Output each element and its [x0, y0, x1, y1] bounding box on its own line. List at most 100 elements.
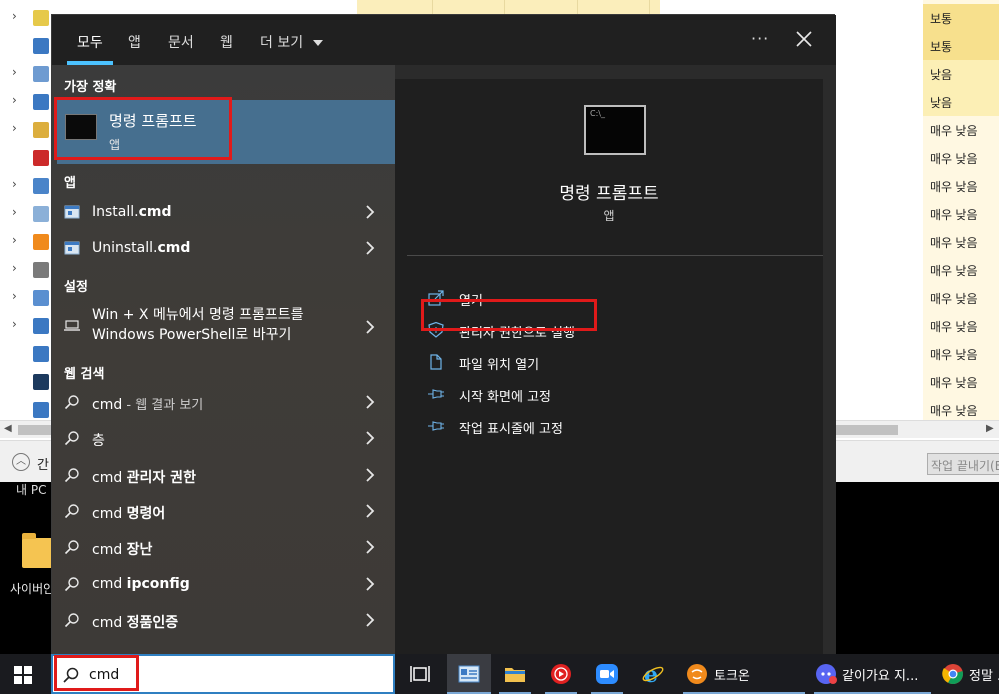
- chevron-right-icon[interactable]: [364, 576, 376, 592]
- expand-row-icon[interactable]: ›: [12, 261, 20, 275]
- collapse-details-label[interactable]: 간: [37, 454, 49, 473]
- file-location-icon: [430, 354, 442, 370]
- taskbar-internet-explorer[interactable]: e: [631, 654, 675, 694]
- shield-icon: [428, 321, 444, 338]
- detail-app-type: 앱: [603, 209, 615, 223]
- result-details-panel: C:\_ 명령 프롬프트 앱 열기 관리자 권한으로 실행 파일 위치 열기 시…: [395, 65, 836, 655]
- section-title-web-search: 웹 검색: [64, 367, 105, 382]
- web-search-result[interactable]: cmd - 웹 결과 보기: [52, 385, 395, 421]
- search-input[interactable]: [89, 665, 369, 685]
- settings-result-label: Win + X 메뉴에서 명령 프롬프트를 Windows PowerShell로…: [92, 307, 304, 343]
- search-results-panel: 가장 정확 명령 프롬프트 앱 앱 Install.cmd Uninstall.…: [52, 65, 395, 655]
- chevron-right-icon[interactable]: [364, 612, 376, 628]
- expand-row-icon[interactable]: ›: [12, 317, 20, 331]
- tab-documents[interactable]: 문서: [168, 32, 194, 52]
- settings-result-powershell[interactable]: Win + X 메뉴에서 명령 프롬프트를 Windows PowerShell로…: [52, 303, 395, 351]
- web-search-result[interactable]: cmd 정품인증: [52, 603, 395, 639]
- taskbar-search-box[interactable]: [51, 654, 395, 694]
- tab-web[interactable]: 웹: [220, 32, 233, 52]
- expand-row-icon[interactable]: ›: [12, 121, 20, 135]
- search-icon: [64, 613, 79, 627]
- chevron-right-icon[interactable]: [364, 503, 376, 519]
- scroll-left-icon[interactable]: ◀: [4, 423, 12, 434]
- taskbar-task-manager[interactable]: [447, 654, 491, 694]
- video-camera-icon: [596, 664, 618, 684]
- taskbar-file-explorer[interactable]: [493, 654, 537, 694]
- expand-row-icon[interactable]: ›: [12, 205, 20, 219]
- app-result-label: Install.cmd: [92, 204, 172, 220]
- pin-icon: [428, 389, 444, 399]
- more-options-icon[interactable]: ···: [751, 29, 769, 48]
- chevron-right-icon[interactable]: [364, 539, 376, 555]
- expand-row-icon[interactable]: ›: [12, 65, 20, 79]
- detail-app-name: 명령 프롬프트: [559, 184, 659, 204]
- web-search-result-label: cmd 정품인증: [92, 614, 179, 631]
- desktop-icon-label[interactable]: 사이버안: [10, 580, 54, 597]
- action-open[interactable]: 열기: [427, 287, 687, 309]
- desktop-icon-label-this-pc[interactable]: 내 PC: [16, 481, 46, 498]
- close-icon[interactable]: [794, 29, 814, 49]
- startup-app-icon: [33, 66, 49, 82]
- web-search-result[interactable]: cmd 장난: [52, 530, 395, 566]
- tab-apps[interactable]: 앱: [128, 32, 141, 52]
- expand-row-icon[interactable]: ›: [12, 177, 20, 191]
- app-window-icon: [64, 241, 80, 255]
- action-open-file-location[interactable]: 파일 위치 열기: [427, 351, 687, 373]
- play-circle-icon: [551, 664, 571, 684]
- expand-row-icon[interactable]: ›: [12, 9, 20, 23]
- collapse-details-icon[interactable]: ︿: [12, 453, 30, 471]
- search-icon: [63, 667, 79, 683]
- taskbar-discord-label: 같이가요 지...: [842, 669, 919, 684]
- action-pin-to-taskbar[interactable]: 작업 표시줄에 고정: [427, 415, 687, 437]
- app-result-install-cmd[interactable]: Install.cmd: [52, 195, 395, 231]
- task-view-button[interactable]: [398, 654, 442, 694]
- startup-impact-cell: 매우 낮음: [923, 144, 999, 172]
- tab-all[interactable]: 모두: [77, 32, 103, 52]
- web-search-result-label: cmd 관리자 권한: [92, 469, 196, 486]
- scroll-right-icon[interactable]: ▶: [986, 423, 994, 434]
- tab-more[interactable]: 더 보기: [260, 32, 323, 52]
- taskbar-discord[interactable]: 같이가요 지...: [810, 654, 935, 694]
- startup-impact-cell: 보통: [923, 32, 999, 60]
- startup-app-icon: [33, 10, 49, 26]
- taskbar-zoom[interactable]: [585, 654, 629, 694]
- web-search-result[interactable]: cmd ipconfig: [52, 567, 395, 603]
- chevron-right-icon[interactable]: [364, 319, 376, 335]
- expand-row-icon[interactable]: ›: [12, 93, 20, 107]
- startup-app-icon: [33, 374, 49, 390]
- action-label: 파일 위치 열기: [459, 358, 540, 373]
- chevron-right-icon[interactable]: [364, 240, 376, 256]
- laptop-icon: [64, 320, 80, 331]
- chevron-right-icon[interactable]: [364, 394, 376, 410]
- expand-row-icon[interactable]: ›: [12, 289, 20, 303]
- windows-start-icon[interactable]: [14, 666, 32, 684]
- action-run-as-admin[interactable]: 관리자 권한으로 실행: [427, 319, 687, 341]
- chevron-right-icon[interactable]: [364, 204, 376, 220]
- best-match-item[interactable]: 명령 프롬프트 앱: [57, 100, 395, 164]
- web-search-result[interactable]: cmd 명령어: [52, 494, 395, 530]
- result-details-card: C:\_ 명령 프롬프트 앱 열기 관리자 권한으로 실행 파일 위치 열기 시…: [395, 79, 823, 655]
- startup-app-icon: [33, 234, 49, 250]
- web-search-result[interactable]: 층: [52, 421, 395, 457]
- action-pin-to-start[interactable]: 시작 화면에 고정: [427, 383, 687, 405]
- startup-app-icon: [33, 318, 49, 334]
- startup-app-icon: [33, 290, 49, 306]
- startup-app-icon: [33, 150, 49, 166]
- startup-app-icon: [33, 38, 49, 54]
- expand-row-icon[interactable]: ›: [12, 233, 20, 247]
- startup-app-icon: [33, 346, 49, 362]
- tab-more-label: 더 보기: [260, 35, 304, 51]
- chevron-right-icon[interactable]: [364, 467, 376, 483]
- app-result-uninstall-cmd[interactable]: Uninstall.cmd: [52, 231, 395, 267]
- action-label: 관리자 권한으로 실행: [459, 326, 575, 341]
- section-title-settings: 설정: [64, 280, 88, 295]
- startup-impact-cell: 매우 낮음: [923, 116, 999, 144]
- section-title-apps: 앱: [64, 176, 76, 191]
- end-task-button[interactable]: 작업 끝내기(E): [927, 453, 999, 475]
- taskbar-chrome[interactable]: 정말 ...: [937, 654, 999, 694]
- startup-impact-cell: 보통: [923, 4, 999, 32]
- chevron-right-icon[interactable]: [364, 430, 376, 446]
- taskbar-youtube-music[interactable]: [539, 654, 583, 694]
- web-search-result[interactable]: cmd 관리자 권한: [52, 458, 395, 494]
- taskbar-talkon[interactable]: 토크온: [679, 654, 809, 694]
